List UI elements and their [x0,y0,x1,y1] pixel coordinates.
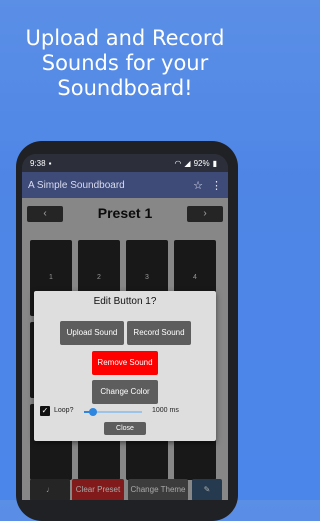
headline-line-2: Sounds for your [41,51,209,75]
loop-label: Loop? [54,407,74,414]
loop-slider[interactable] [84,408,142,416]
battery-level: 92% [193,158,210,168]
headline-line-3: Soundboard! [57,76,193,100]
edit-button-dialog: Edit Button 1? Upload Sound Record Sound… [34,291,216,441]
close-button[interactable]: Close [104,422,146,435]
image-icon: ▪ [48,158,52,168]
app-bar: A Simple Soundboard ☆ ⋮ [22,172,228,198]
loop-value: 1000 ms [152,407,179,414]
remove-sound-button[interactable]: Remove Sound [92,351,158,375]
headline-line-1: Upload and Record [25,26,225,50]
app-title: A Simple Soundboard [28,179,125,191]
overflow-menu-icon[interactable]: ⋮ [211,179,222,192]
upload-sound-button[interactable]: Upload Sound [60,321,124,345]
change-color-button[interactable]: Change Color [92,380,158,404]
wifi-icon: ◠ [174,158,182,168]
loop-checkbox[interactable]: ✓ [40,406,50,416]
status-bar: 9:38 ▪ ◠ ◢ 92% ▮ [22,154,228,172]
signal-icon: ◢ [184,158,191,168]
status-time: 9:38 [30,158,46,168]
dialog-title: Edit Button 1? [93,296,157,307]
star-icon[interactable]: ☆ [193,179,203,192]
record-sound-button[interactable]: Record Sound [127,321,191,345]
loop-slider-thumb[interactable] [89,408,97,416]
promo-headline: Upload and Record Sounds for your Soundb… [0,26,250,101]
loop-row: ✓ Loop? 1000 ms [40,406,212,418]
battery-icon: ▮ [212,158,217,168]
